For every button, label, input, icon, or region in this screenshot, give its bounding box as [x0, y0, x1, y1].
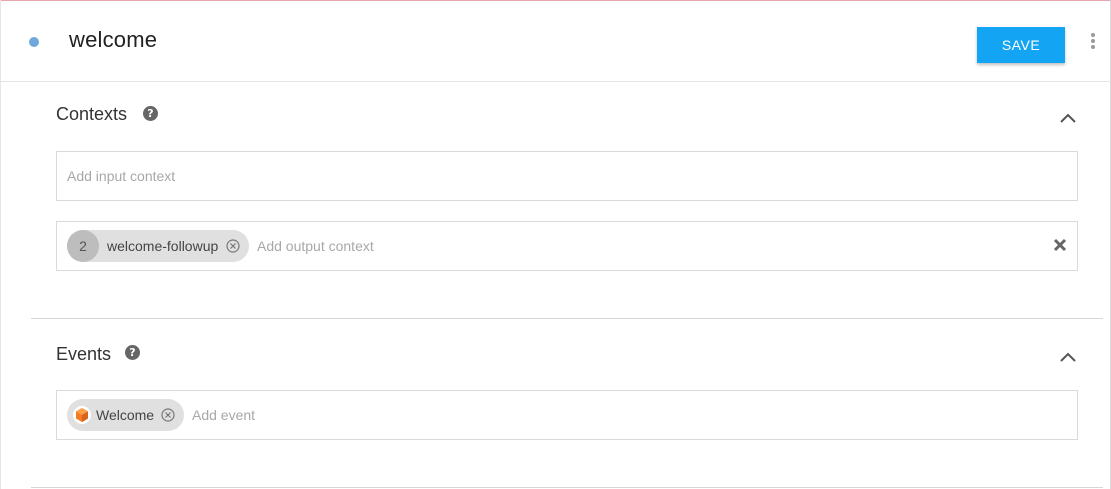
intent-header: welcome SAVE — [0, 1, 1111, 82]
status-dot-icon — [29, 37, 39, 47]
event-chip[interactable]: Welcome — [67, 399, 184, 431]
section-divider — [31, 318, 1103, 319]
output-context-field[interactable]: 2 welcome-followup Add output context — [56, 221, 1078, 271]
question-circle-icon[interactable]: ? — [143, 106, 158, 121]
close-icon[interactable] — [1053, 238, 1067, 252]
event-placeholder: Add event — [192, 407, 256, 423]
contexts-title: Contexts — [56, 104, 128, 124]
output-context-chip-label: welcome-followup — [107, 238, 219, 254]
event-field[interactable]: Welcome Add event — [56, 390, 1078, 440]
section-divider — [31, 487, 1103, 488]
chevron-up-icon[interactable] — [1060, 113, 1076, 123]
event-chip-label: Welcome — [96, 407, 155, 423]
more-vertical-icon[interactable] — [1087, 33, 1099, 53]
events-title: Events — [56, 344, 112, 364]
intent-title[interactable]: welcome — [69, 27, 157, 53]
chevron-up-icon[interactable] — [1060, 352, 1076, 362]
save-button[interactable]: SAVE — [977, 27, 1065, 63]
close-circle-icon[interactable] — [161, 408, 175, 422]
input-context-placeholder: Add input context — [67, 168, 176, 184]
close-circle-icon[interactable] — [226, 239, 240, 253]
input-context-field[interactable]: Add input context — [56, 151, 1078, 201]
question-circle-icon[interactable]: ? — [125, 345, 140, 360]
cube-icon — [73, 406, 91, 424]
context-lifespan-count[interactable]: 2 — [67, 230, 99, 262]
output-context-placeholder: Add output context — [257, 238, 374, 254]
output-context-chip[interactable]: 2 welcome-followup — [67, 230, 249, 262]
